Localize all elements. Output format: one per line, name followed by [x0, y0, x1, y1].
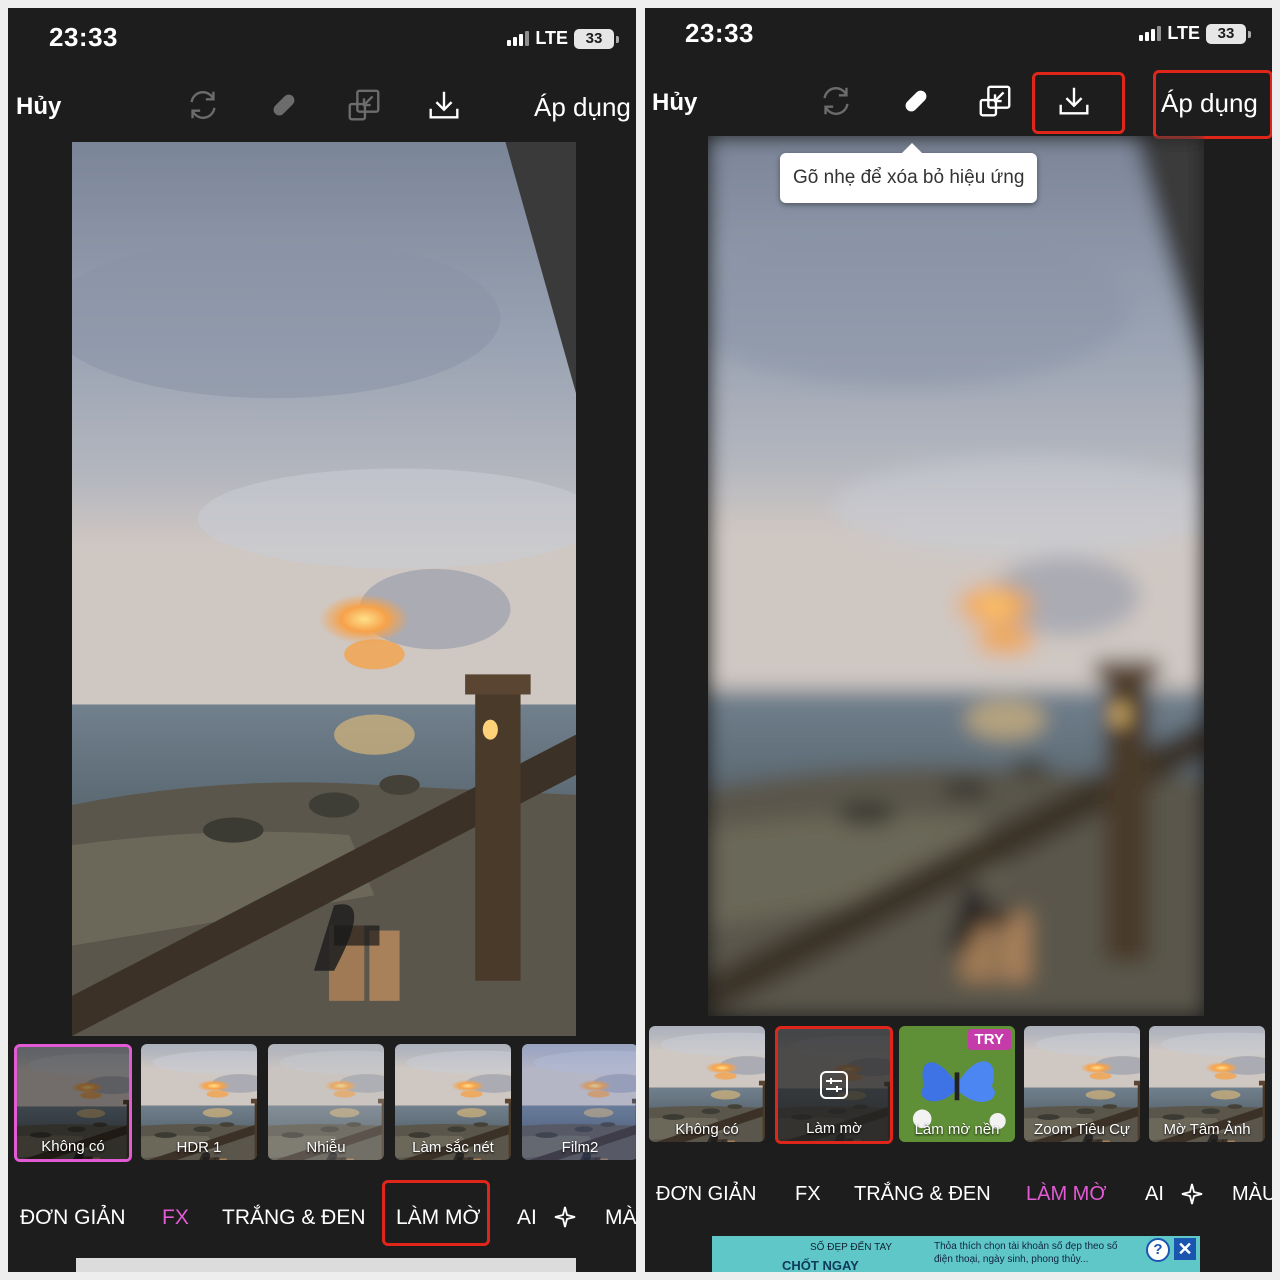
- thumb-film2[interactable]: Film2: [522, 1044, 636, 1160]
- status-bar: 23:33 LTE 33: [645, 8, 1272, 70]
- left-screen: 23:33 LTE 33 Hủy Áp dụng Không có HDR 1 …: [8, 8, 636, 1272]
- eraser-icon[interactable]: [262, 83, 306, 127]
- network-type: LTE: [1167, 23, 1200, 43]
- adjust-sliders-icon: [820, 1071, 848, 1099]
- tab-trang-den[interactable]: TRẮNG & ĐEN: [854, 1183, 991, 1206]
- resize-icon[interactable]: [342, 83, 386, 127]
- try-badge: TRY: [967, 1029, 1011, 1050]
- photo-canvas[interactable]: [708, 136, 1204, 1016]
- thumb-label: HDR 1: [176, 1139, 222, 1156]
- thumb-label: Làm mờ nền: [914, 1121, 1000, 1138]
- status-indicators: LTE 33: [507, 28, 619, 49]
- effect-thumbnails: Không có HDR 1 Nhiễu Làm sắc nét Film2: [8, 1044, 636, 1166]
- ad-info-icon[interactable]: ?: [1146, 1238, 1170, 1262]
- status-time: 23:33: [49, 22, 118, 52]
- tab-fx[interactable]: FX: [162, 1206, 189, 1230]
- tab-mau[interactable]: MÀU: [1232, 1183, 1272, 1206]
- editor-toolbar: Hủy Áp dụng: [8, 70, 636, 140]
- thumb-lam-mo-nen[interactable]: TRY Làm mờ nền: [899, 1026, 1015, 1142]
- cancel-button[interactable]: Hủy: [16, 93, 61, 121]
- thumb-label: Nhiễu: [306, 1139, 346, 1156]
- thumb-mo-tam-anh[interactable]: Mờ Tâm Ảnh: [1149, 1026, 1265, 1142]
- sparkle-icon: [1179, 1181, 1205, 1213]
- signal-icon: [1139, 26, 1162, 41]
- thumb-label: Không có: [41, 1138, 105, 1155]
- photo-canvas[interactable]: [72, 142, 576, 1036]
- right-screen: 23:33 LTE 33 Hủy Áp dụng Gõ nhẹ để xóa b…: [645, 8, 1272, 1272]
- category-tabs: ĐƠN GIẢN FX TRẮNG & ĐEN LÀM MỜ AI MÀ: [8, 1206, 636, 1266]
- battery-icon: 33: [574, 28, 619, 49]
- refresh-icon[interactable]: [814, 79, 858, 123]
- thumb-nhieu[interactable]: Nhiễu: [268, 1044, 384, 1160]
- tab-don-gian[interactable]: ĐƠN GIẢN: [656, 1183, 757, 1206]
- photo-image-blurred: [708, 136, 1204, 1016]
- download-icon[interactable]: [422, 83, 466, 127]
- apply-button[interactable]: Áp dụng: [534, 92, 631, 123]
- tab-lam-mo[interactable]: LÀM MỜ: [1026, 1183, 1107, 1206]
- thumb-hdr-1[interactable]: HDR 1: [141, 1044, 257, 1160]
- highlight-box-download: [1032, 72, 1125, 134]
- thumb-label: Mờ Tâm Ảnh: [1163, 1121, 1251, 1138]
- category-tabs: ĐƠN GIẢN FX TRẮNG & ĐEN LÀM MỜ AI MÀU: [645, 1183, 1272, 1243]
- resize-icon[interactable]: [973, 79, 1017, 123]
- thumb-khong-co[interactable]: Không có: [649, 1026, 765, 1142]
- battery-icon: 33: [1206, 23, 1251, 44]
- cancel-button[interactable]: Hủy: [652, 89, 697, 117]
- ad-text: Thỏa thích chọn tài khoản số đẹp theo số…: [934, 1241, 1118, 1265]
- status-indicators: LTE 33: [1139, 23, 1251, 44]
- ad-close-icon[interactable]: ✕: [1174, 1238, 1196, 1260]
- sparkle-icon: [552, 1204, 578, 1236]
- tab-don-gian[interactable]: ĐƠN GIẢN: [20, 1206, 126, 1230]
- effect-thumbnails: Không có Làm mờ TRY Làm mờ nền Zoom Tiêu…: [645, 1026, 1272, 1148]
- thumb-label: Làm sắc nét: [412, 1139, 494, 1156]
- ad-cta: CHỐT NGAY: [782, 1258, 859, 1272]
- tab-ai[interactable]: AI: [1145, 1183, 1164, 1206]
- thumb-khong-co[interactable]: Không có: [14, 1044, 132, 1162]
- tab-ai[interactable]: AI: [517, 1206, 537, 1230]
- highlight-box-lam-mo-tab: [382, 1180, 490, 1246]
- thumb-label: Làm mờ: [806, 1120, 862, 1137]
- photo-image: [72, 142, 576, 1036]
- refresh-icon[interactable]: [181, 83, 225, 127]
- tooltip: Gõ nhẹ để xóa bỏ hiệu ứng: [780, 143, 1038, 203]
- status-bar: 23:33 LTE 33: [8, 8, 636, 70]
- thumb-label: Không có: [675, 1121, 739, 1138]
- status-time: 23:33: [685, 18, 754, 48]
- network-type: LTE: [535, 28, 568, 48]
- ad-badge: SỐ ĐẸP ĐẾN TAY: [810, 1242, 893, 1253]
- tab-trang-den[interactable]: TRẮNG & ĐEN: [222, 1206, 366, 1230]
- home-indicator: [76, 1258, 576, 1272]
- thumb-label: Zoom Tiêu Cự: [1034, 1121, 1130, 1138]
- signal-icon: [507, 31, 530, 46]
- tab-mau[interactable]: MÀ: [605, 1206, 636, 1230]
- thumb-zoom-tieu-cu[interactable]: Zoom Tiêu Cự: [1024, 1026, 1140, 1142]
- ad-banner[interactable]: SỐ ĐẸP ĐẾN TAY Thỏa thích chọn tài khoản…: [712, 1236, 1200, 1272]
- thumb-label: Film2: [561, 1139, 599, 1156]
- tab-fx[interactable]: FX: [795, 1183, 821, 1206]
- thumb-lam-sac-net[interactable]: Làm sắc nét: [395, 1044, 511, 1160]
- eraser-icon[interactable]: [894, 79, 938, 123]
- highlight-box-apply: [1153, 70, 1272, 139]
- thumb-lam-mo[interactable]: Làm mờ: [775, 1026, 893, 1144]
